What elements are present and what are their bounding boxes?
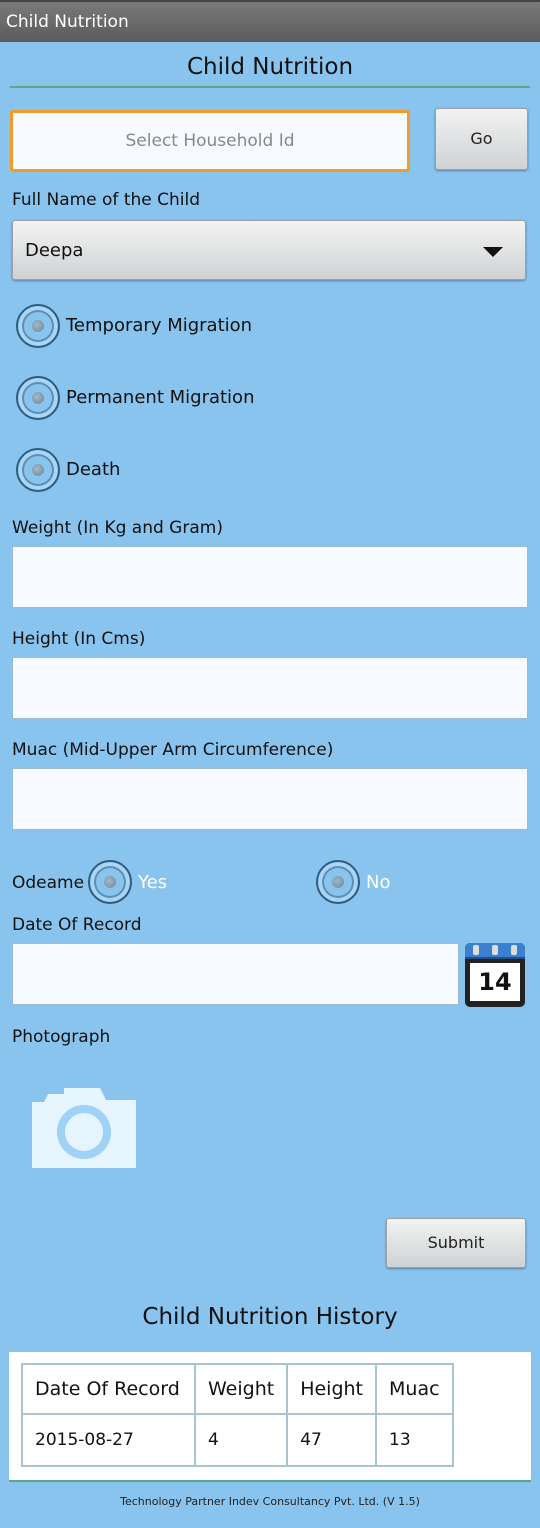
chevron-down-icon — [483, 247, 503, 257]
table-row: 2015-08-27 4 47 13 — [21, 1413, 454, 1467]
heading-divider — [10, 86, 530, 88]
app-title-bar: Child Nutrition — [0, 0, 540, 42]
odeame-no-radio[interactable] — [316, 860, 360, 904]
weight-label: Weight (In Kg and Gram) — [12, 518, 223, 538]
history-cell-date: 2015-08-27 — [21, 1413, 196, 1467]
calendar-icon[interactable]: 14 — [465, 943, 525, 1007]
child-name-select[interactable]: Deepa — [12, 220, 526, 280]
footer-credit: Technology Partner Indev Consultancy Pvt… — [120, 1495, 420, 1508]
child-name-selected: Deepa — [25, 240, 84, 261]
calendar-day: 14 — [470, 963, 520, 1001]
muac-input[interactable] — [12, 768, 528, 830]
camera-icon[interactable] — [30, 1082, 138, 1170]
muac-label: Muac (Mid-Upper Arm Circumference) — [12, 740, 334, 760]
history-cell-muac: 13 — [375, 1413, 454, 1467]
odeame-yes-label: Yes — [138, 872, 168, 893]
history-col-weight: Weight — [193, 1363, 289, 1415]
temporary-migration-label: Temporary Migration — [66, 315, 253, 336]
temporary-migration-radio[interactable] — [16, 304, 60, 348]
history-table: Date Of Record Weight Height Muac 2015-0… — [21, 1363, 454, 1467]
history-cell-height: 47 — [286, 1413, 378, 1467]
page-title: Child Nutrition — [186, 54, 354, 80]
child-name-label: Full Name of the Child — [12, 190, 201, 210]
odeame-label: Odeame — [12, 873, 85, 893]
weight-input[interactable] — [12, 546, 528, 608]
height-input[interactable] — [12, 657, 528, 719]
history-col-date: Date Of Record — [21, 1363, 196, 1415]
household-id-input[interactable]: Select Household Id — [10, 110, 410, 172]
submit-button[interactable]: Submit — [386, 1218, 526, 1268]
odeame-yes-radio[interactable] — [88, 860, 132, 904]
photograph-label: Photograph — [12, 1027, 111, 1047]
permanent-migration-label: Permanent Migration — [66, 387, 255, 408]
history-header-row: Date Of Record Weight Height Muac — [21, 1363, 454, 1415]
height-label: Height (In Cms) — [12, 629, 146, 649]
permanent-migration-radio[interactable] — [16, 376, 60, 420]
history-cell-weight: 4 — [193, 1413, 289, 1467]
death-radio[interactable] — [16, 448, 60, 492]
history-col-height: Height — [286, 1363, 378, 1415]
date-of-record-input[interactable] — [12, 943, 459, 1005]
app-title: Child Nutrition — [6, 12, 129, 32]
death-label: Death — [66, 459, 121, 480]
go-button[interactable]: Go — [435, 108, 528, 170]
history-col-muac: Muac — [375, 1363, 454, 1415]
history-title: Child Nutrition History — [142, 1304, 398, 1330]
date-of-record-label: Date Of Record — [12, 915, 142, 935]
history-divider — [9, 1480, 531, 1482]
odeame-no-label: No — [366, 872, 391, 893]
